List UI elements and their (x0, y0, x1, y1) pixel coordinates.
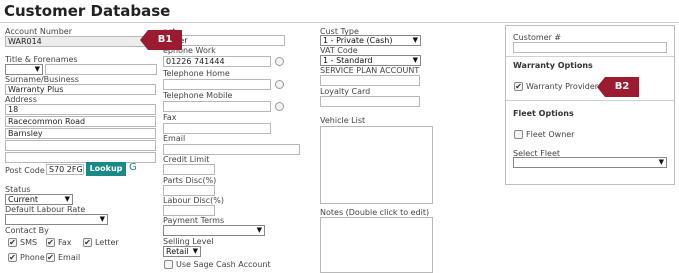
surname-field[interactable]: Warranty Plus (5, 84, 156, 95)
sms-label: SMS (20, 238, 38, 247)
service-plan-field[interactable] (320, 75, 420, 86)
telephone-work-field[interactable]: 01226 741444 (163, 56, 271, 67)
telephone-home-label: Telephone Home (163, 69, 230, 78)
address-line-1[interactable]: 18 (5, 104, 156, 115)
selling-level-value: Retail (166, 247, 189, 256)
page-title: Customer Database (4, 2, 171, 20)
lookup-button[interactable]: Lookup (86, 162, 126, 176)
fleet-options-title: Fleet Options (513, 109, 574, 118)
vehicle-list-label: Vehicle List (320, 116, 366, 125)
sage-cash-checkbox[interactable] (164, 260, 173, 269)
cust-type-select[interactable]: 1 - Private (Cash) ▼ (320, 35, 421, 46)
telephone-mobile-label: Telephone Mobile (163, 91, 233, 100)
loyalty-card-field[interactable] (320, 96, 420, 107)
warranty-options-title: Warranty Options (513, 61, 593, 70)
email-field-label: Email (163, 134, 186, 143)
status-value: Current (8, 195, 39, 204)
chevron-down-icon: ▼ (658, 158, 664, 166)
options-panel: Customer # Warranty Options ✔ Warranty P… (505, 25, 675, 185)
letter-label: Letter (95, 238, 119, 247)
fax-checkbox[interactable]: ✔ (46, 238, 55, 247)
warranty-provider-checkbox[interactable]: ✔ (514, 82, 523, 91)
postcode-field[interactable]: S70 2FG (46, 164, 84, 175)
email-field[interactable] (163, 144, 300, 155)
chevron-down-icon: ▼ (256, 226, 262, 234)
title-select[interactable]: ▼ (5, 64, 43, 75)
phone-label: Phone (20, 253, 45, 262)
chevron-down-icon: ▼ (99, 215, 105, 223)
labour-disc-field[interactable] (163, 205, 215, 216)
chevron-down-icon: ▼ (34, 65, 40, 73)
refresh-icon[interactable]: G (129, 162, 137, 173)
fax-field-label: Fax (163, 113, 177, 122)
panel-divider (506, 100, 674, 101)
parts-disc-field[interactable] (163, 185, 215, 196)
vat-code-select[interactable]: 1 - Standard ▼ (320, 55, 421, 66)
telephone-mobile-radio[interactable] (275, 102, 284, 111)
select-fleet-select[interactable]: ▼ (513, 157, 667, 168)
status-select[interactable]: Current ▼ (5, 194, 73, 205)
phone-checkbox[interactable]: ✔ (8, 253, 17, 262)
letter-checkbox[interactable]: ✔ (83, 238, 92, 247)
annotation-badge-b2: B2 (597, 77, 639, 97)
telephone-home-field[interactable] (163, 79, 271, 90)
panel-divider (506, 56, 674, 57)
labour-rate-select[interactable]: ▼ (5, 214, 108, 225)
address-line-4[interactable] (5, 140, 156, 151)
fleet-owner-label: Fleet Owner (526, 130, 575, 139)
payment-terms-select[interactable]: ▼ (163, 225, 265, 236)
chevron-down-icon: ▼ (412, 36, 418, 44)
fleet-owner-checkbox[interactable] (514, 130, 523, 139)
forenames-field[interactable] (45, 64, 157, 75)
chevron-down-icon: ▼ (64, 195, 70, 203)
telephone-mobile-field[interactable] (163, 101, 271, 112)
chevron-down-icon: ▼ (412, 56, 418, 64)
postcode-label: Post Code (5, 166, 45, 175)
warranty-provider-label: Warranty Provider (526, 82, 599, 91)
fax-label: Fax (58, 238, 72, 247)
chevron-down-icon: ▼ (192, 247, 198, 255)
cust-type-value: 1 - Private (Cash) (323, 36, 393, 45)
credit-limit-field[interactable] (163, 164, 215, 175)
address-line-3[interactable]: Barnsley (5, 128, 156, 139)
notes-box[interactable] (320, 217, 433, 273)
email-label: Email (58, 253, 81, 262)
customer-number-field[interactable] (513, 42, 667, 53)
telephone-work-radio[interactable] (275, 57, 284, 66)
sage-cash-label: Use Sage Cash Account (176, 260, 271, 269)
sms-checkbox[interactable]: ✔ (8, 238, 17, 247)
email-checkbox[interactable]: ✔ (46, 253, 55, 262)
fax-field[interactable] (163, 123, 271, 134)
selling-level-select[interactable]: Retail ▼ (163, 246, 201, 257)
title-divider (0, 22, 679, 23)
telephone-home-radio[interactable] (275, 80, 284, 89)
account-number-field[interactable]: WAR014 (5, 36, 156, 47)
address-line-2[interactable]: Racecommon Road (5, 116, 156, 127)
contact-by-label: Contact By (5, 226, 49, 235)
vat-code-value: 1 - Standard (323, 56, 373, 65)
vehicle-list-box[interactable] (320, 126, 433, 204)
annotation-badge-b1: B1 (140, 30, 182, 50)
